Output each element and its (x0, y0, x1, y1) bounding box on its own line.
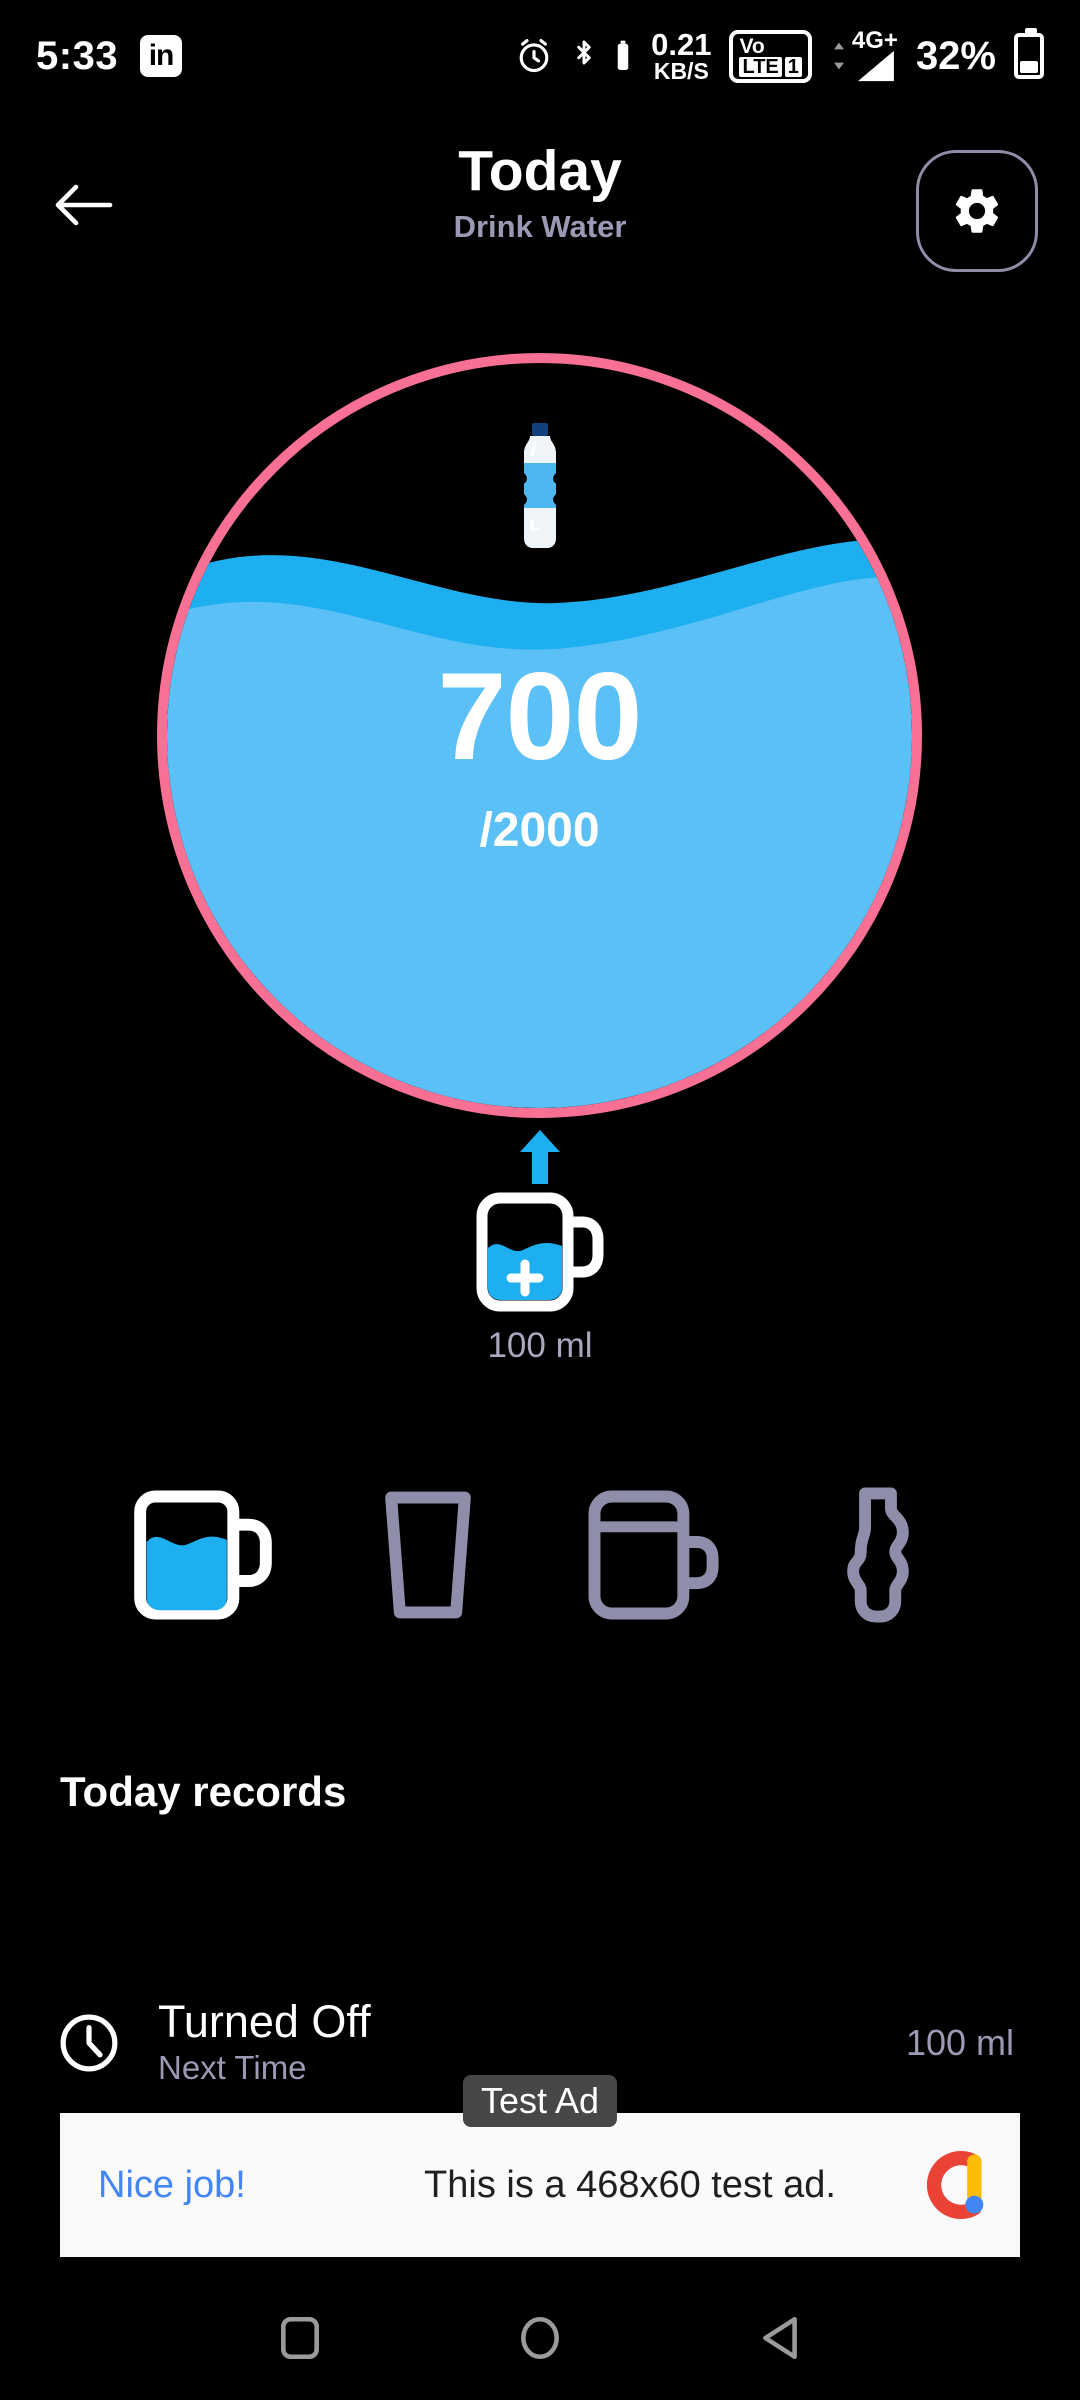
water-progress-circle[interactable]: 700 /2000 (157, 353, 922, 1118)
gear-icon (955, 189, 999, 233)
water-bottle-icon (523, 423, 556, 548)
tumbler-icon (588, 1490, 719, 1620)
bottle-icon (846, 1487, 909, 1623)
battery-icon (1014, 28, 1044, 79)
back-nav-button[interactable] (735, 2293, 825, 2383)
admob-logo-icon (926, 2151, 984, 2219)
glass-icon (384, 1491, 471, 1619)
circle-home-icon (521, 2316, 559, 2360)
alarm-icon (519, 39, 549, 73)
bluetooth-battery-icon (617, 40, 629, 70)
volte-bottom-label: LTE (739, 56, 782, 77)
goal-value: /2000 (479, 804, 600, 857)
add-amount-label: 100 ml (487, 1326, 593, 1365)
bluetooth-icon (577, 40, 591, 65)
triangle-back-icon (763, 2316, 797, 2360)
sim-slot-label: 1 (784, 56, 802, 77)
linkedin-icon: in (140, 35, 183, 77)
mug-icon (133, 1490, 272, 1620)
clock-icon (60, 2014, 118, 2071)
volte-icon: Vo LTE 1 (729, 29, 812, 83)
signal-indicator: 4G+ (830, 29, 898, 83)
app-screen: 5:33 in 0.21 KB/S Vo LTE 1 4G+ 32% Today… (0, 0, 1080, 2400)
ad-logo-wrap (900, 2142, 1020, 2228)
record-icon-wrap (48, 2010, 130, 2076)
records-section-title: Today records (60, 1768, 347, 1815)
settings-button[interactable] (916, 150, 1038, 272)
record-title: Turned Off (158, 1996, 371, 2048)
up-arrow-icon (520, 1130, 560, 1184)
linkedin-icon-label: in (148, 39, 175, 72)
status-bar-left: 5:33 in (36, 33, 183, 79)
square-recents-icon (281, 2316, 319, 2360)
status-bar: 5:33 in 0.21 KB/S Vo LTE 1 4G+ 32% (0, 0, 1080, 112)
android-nav-bar (0, 2276, 1080, 2400)
progress-ring: 700 /2000 (157, 353, 922, 1118)
data-rate-indicator: 0.21 KB/S (651, 29, 711, 83)
add-water-button[interactable] (476, 1192, 604, 1312)
container-option-mug[interactable] (128, 1460, 278, 1650)
record-text: Turned Off Next Time (158, 1998, 906, 2087)
data-rate-value: 0.21 (651, 27, 712, 62)
data-transfer-arrows-icon (833, 42, 844, 70)
container-selector (0, 1460, 1080, 1650)
container-option-tumbler[interactable] (578, 1460, 728, 1650)
status-bar-clock: 5:33 (36, 33, 119, 78)
app-header: Today Drink Water (0, 130, 1080, 280)
status-bar-right: 0.21 KB/S Vo LTE 1 4G+ 32% (513, 28, 1044, 83)
record-amount: 100 ml (905, 2021, 1014, 2063)
ad-body-text: This is a 468x60 test ad. (424, 2163, 836, 2206)
data-rate-unit: KB/S (653, 58, 709, 84)
ad-cta-link[interactable]: Nice job! (60, 2164, 360, 2207)
add-water-section: 100 ml (0, 1128, 1080, 1366)
container-option-glass[interactable] (353, 1460, 503, 1650)
recents-button[interactable] (255, 2293, 345, 2383)
container-option-bottle[interactable] (803, 1460, 953, 1650)
ad-test-badge: Test Ad (462, 2075, 618, 2127)
battery-percent-label: 32% (915, 33, 996, 78)
current-intake-value: 700 (437, 648, 643, 786)
ad-banner[interactable]: Test Ad Nice job! This is a 468x60 test … (60, 2075, 1020, 2257)
home-button[interactable] (495, 2293, 585, 2383)
volte-top-label: Vo (739, 34, 765, 58)
signal-bars-icon (857, 50, 894, 82)
